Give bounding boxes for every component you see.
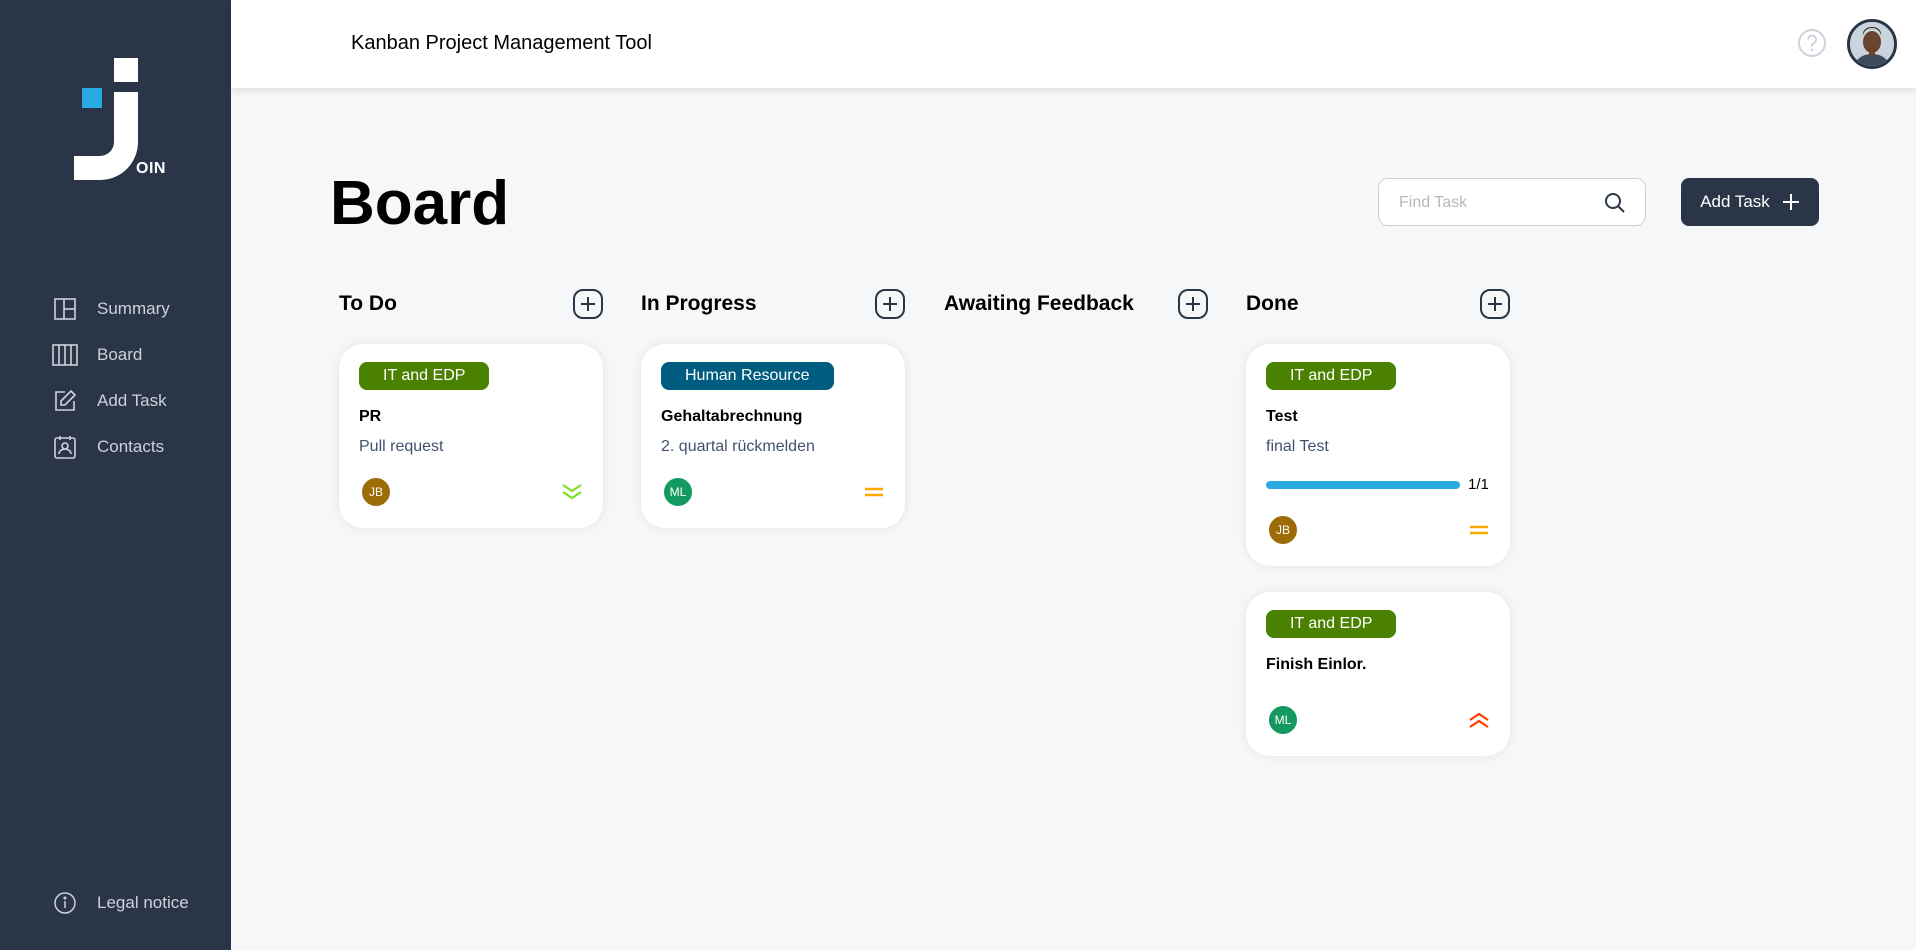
add-to-column-icon[interactable] xyxy=(573,289,603,319)
task-description: 2. quartal rückmelden xyxy=(661,438,815,455)
subtask-progress-label: 1/1 xyxy=(1468,476,1489,493)
info-icon xyxy=(52,890,78,916)
header: Kanban Project Management Tool xyxy=(231,0,1916,88)
task-title: Finish Einlor. xyxy=(1266,656,1367,673)
search-box xyxy=(1378,178,1646,226)
priority-urgent-icon xyxy=(1469,712,1489,728)
help-icon[interactable] xyxy=(1797,28,1827,58)
search-icon[interactable] xyxy=(1603,191,1627,215)
add-to-column-icon[interactable] xyxy=(1178,289,1208,319)
task-title: Test xyxy=(1266,408,1298,425)
assigned-user-avatar: ML xyxy=(1268,705,1298,735)
add-to-column-icon[interactable] xyxy=(875,289,905,319)
plus-icon xyxy=(1782,194,1799,210)
board-icon xyxy=(52,342,78,368)
legal-notice-label: Legal notice xyxy=(97,893,189,912)
category-badge: IT and EDP xyxy=(1266,362,1397,390)
add-task-button[interactable]: Add Task xyxy=(1681,178,1819,226)
add-task-button-label: Add Task xyxy=(1700,192,1770,211)
priority-medium-icon xyxy=(865,487,883,497)
task-description: final Test xyxy=(1266,438,1329,455)
column-title: To Do xyxy=(339,292,397,315)
header-title: Kanban Project Management Tool xyxy=(351,32,652,54)
user-avatar[interactable] xyxy=(1847,19,1897,69)
legal-notice-link[interactable]: Legal notice xyxy=(52,890,189,916)
sidebar-item-label: Add Task xyxy=(97,391,167,410)
sidebar-item-label: Summary xyxy=(97,299,170,318)
task-description: Pull request xyxy=(359,438,444,455)
sidebar-item-board[interactable]: Board xyxy=(52,332,170,378)
category-badge: IT and EDP xyxy=(359,362,490,390)
task-card[interactable]: Human Resource Gehaltabrechnung 2. quart… xyxy=(641,344,905,528)
sidebar-nav: Summary Board Add Task Contacts xyxy=(52,286,170,470)
add-task-icon xyxy=(52,388,78,414)
summary-icon xyxy=(52,296,78,322)
sidebar-item-contacts[interactable]: Contacts xyxy=(52,424,170,470)
sidebar-item-add-task[interactable]: Add Task xyxy=(52,378,170,424)
category-badge: Human Resource xyxy=(661,362,834,390)
column-awaiting-feedback: Awaiting Feedback xyxy=(944,288,1208,320)
add-to-column-icon[interactable] xyxy=(1480,289,1510,319)
sidebar-item-label: Contacts xyxy=(97,437,165,456)
task-card[interactable]: IT and EDP PR Pull request JB xyxy=(339,344,603,528)
task-card[interactable]: IT and EDP Finish Einlor. ML xyxy=(1246,592,1510,756)
task-title: PR xyxy=(359,408,382,425)
column-title: Awaiting Feedback xyxy=(944,292,1134,315)
task-card[interactable]: IT and EDP Test final Test 1/1 JB xyxy=(1246,344,1510,566)
search-input[interactable] xyxy=(1399,191,1599,215)
priority-low-icon xyxy=(562,484,582,500)
page-title: Board xyxy=(330,169,510,238)
column-todo: To Do IT and EDP PR Pull request JB xyxy=(339,288,603,528)
sidebar-item-label: Board xyxy=(97,345,143,364)
column-title: In Progress xyxy=(641,292,757,315)
assigned-user-avatar: JB xyxy=(361,477,391,507)
assigned-user-avatar: ML xyxy=(663,477,693,507)
sidebar: OIN Summary Board Add Task Contacts Lega… xyxy=(0,0,231,950)
task-title: Gehaltabrechnung xyxy=(661,408,803,425)
contacts-icon xyxy=(52,434,78,460)
sidebar-item-summary[interactable]: Summary xyxy=(52,286,170,332)
column-title: Done xyxy=(1246,292,1299,315)
assigned-user-avatar: JB xyxy=(1268,515,1298,545)
column-done: Done IT and EDP Test final Test 1/1 JB I… xyxy=(1246,288,1510,756)
priority-medium-icon xyxy=(1470,525,1488,535)
subtask-progress-bar xyxy=(1266,481,1460,489)
category-badge: IT and EDP xyxy=(1266,610,1397,638)
logo-text: OIN xyxy=(136,160,166,177)
column-in-progress: In Progress Human Resource Gehaltabrechn… xyxy=(641,288,905,528)
